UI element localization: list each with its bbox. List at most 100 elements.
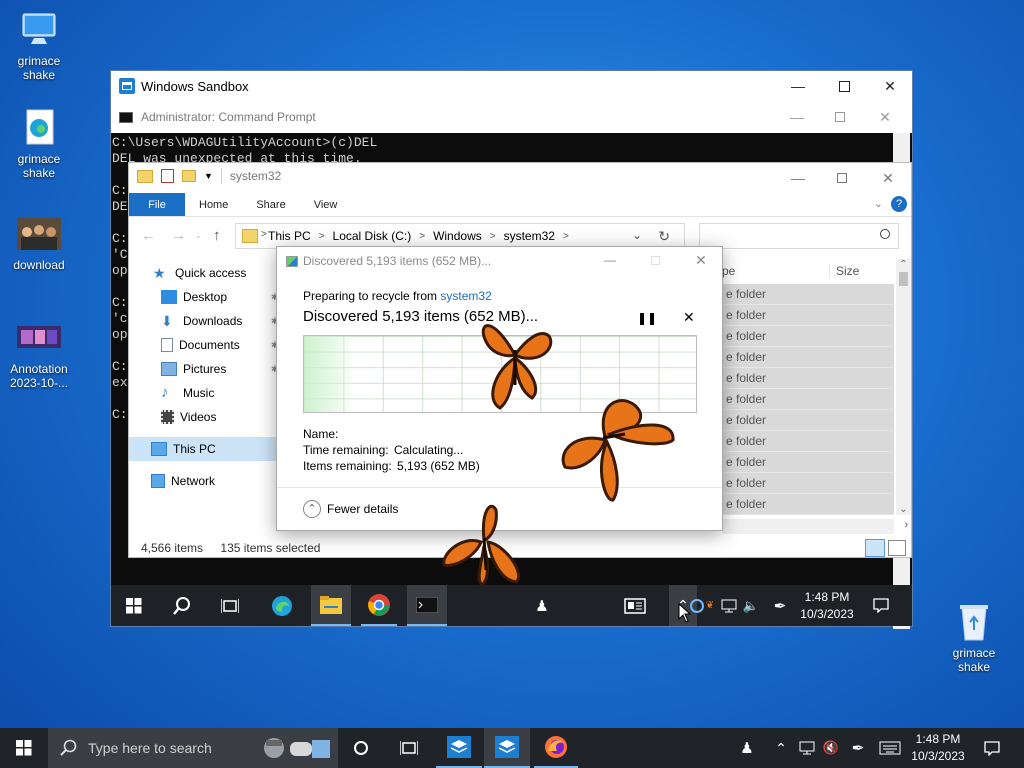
- refresh-icon[interactable]: ↻: [658, 228, 670, 245]
- address-dropdown-icon[interactable]: ⌄: [632, 228, 642, 242]
- table-row[interactable]: e folder: [722, 284, 894, 305]
- sandbox-minimize-button[interactable]: —: [775, 71, 821, 101]
- explorer-maximize-button[interactable]: [819, 163, 865, 193]
- sandbox-active-taskbar-icon[interactable]: [484, 728, 530, 768]
- network-tray-icon[interactable]: [719, 585, 739, 626]
- sandbox-close-button[interactable]: ✕: [867, 71, 913, 101]
- sandbox-maximize-button[interactable]: [821, 71, 867, 101]
- desktop-icon-grimace-shake-2[interactable]: grimace shake: [3, 108, 75, 180]
- explorer-minimize-button[interactable]: —: [775, 163, 821, 193]
- scroll-down-icon[interactable]: ⌄: [896, 504, 911, 515]
- pen-icon[interactable]: ✒: [769, 585, 791, 626]
- breadcrumb-local-disk[interactable]: Local Disk (C:): [333, 229, 412, 243]
- taskbar-search-input[interactable]: Type here to search: [48, 728, 338, 768]
- breadcrumb-system32[interactable]: system32: [504, 229, 555, 243]
- volume-icon[interactable]: 🔈: [741, 585, 761, 626]
- help-icon[interactable]: ?: [891, 196, 907, 212]
- details-view-button[interactable]: [865, 539, 885, 557]
- keyboard-icon[interactable]: [876, 728, 904, 768]
- task-view-icon[interactable]: [394, 728, 424, 768]
- properties-icon[interactable]: [161, 169, 174, 183]
- cortana-icon[interactable]: [346, 728, 376, 768]
- nav-quick-access[interactable]: ★ Quick access: [129, 261, 279, 285]
- nav-this-pc[interactable]: This PC: [129, 437, 279, 461]
- host-clock[interactable]: 1:48 PM 10/3/2023: [906, 728, 970, 768]
- tab-share[interactable]: Share: [242, 193, 299, 216]
- large-icons-view-button[interactable]: [888, 540, 906, 556]
- cmd-minimize-button[interactable]: —: [774, 102, 820, 132]
- table-row[interactable]: e folder: [722, 431, 894, 452]
- notifications-icon[interactable]: [978, 728, 1006, 768]
- new-folder-icon[interactable]: [182, 170, 196, 182]
- firefox-icon[interactable]: [534, 728, 578, 768]
- fewer-details-button[interactable]: ⌃ Fewer details: [303, 500, 398, 518]
- breadcrumb-windows[interactable]: Windows: [433, 229, 482, 243]
- breadcrumb-this-pc[interactable]: This PC: [268, 229, 311, 243]
- tab-home[interactable]: Home: [185, 193, 242, 216]
- dialog-close-button[interactable]: ✕: [678, 245, 724, 275]
- task-view-icon[interactable]: [215, 585, 245, 626]
- explorer-close-button[interactable]: ✕: [865, 163, 911, 193]
- pause-button[interactable]: ❚❚: [637, 311, 657, 325]
- table-row[interactable]: e folder: [722, 326, 894, 347]
- column-header-size[interactable]: Size: [829, 264, 859, 278]
- tab-file[interactable]: File: [129, 193, 185, 216]
- file-list-scrollbar[interactable]: ⌃ ⌄: [896, 259, 911, 515]
- breadcrumb-separator[interactable]: >: [319, 231, 325, 242]
- table-row[interactable]: e folder: [722, 305, 894, 326]
- cmd-maximize-button[interactable]: [817, 102, 863, 132]
- table-row[interactable]: e folder: [722, 410, 894, 431]
- file-explorer-taskbar-icon[interactable]: [311, 585, 351, 626]
- start-button[interactable]: [119, 585, 149, 626]
- table-row[interactable]: e folder: [722, 473, 894, 494]
- table-row[interactable]: e folder: [722, 347, 894, 368]
- cancel-button[interactable]: ✕: [683, 309, 695, 326]
- sandbox-clock[interactable]: 1:48 PM 10/3/2023: [795, 585, 859, 626]
- file-list-hscrollbar[interactable]: ›: [722, 519, 908, 534]
- up-button[interactable]: ↑: [213, 227, 221, 244]
- nav-pictures[interactable]: Pictures ✱: [129, 357, 279, 381]
- desktop-icon-recycle-bin[interactable]: grimace shake: [938, 602, 1010, 674]
- forward-button[interactable]: →: [171, 227, 186, 244]
- breadcrumb-chevron-icon[interactable]: >: [261, 229, 267, 240]
- nav-documents[interactable]: Documents ✱: [129, 333, 279, 357]
- cmd-taskbar-icon[interactable]: [407, 585, 447, 626]
- start-button[interactable]: [8, 728, 40, 768]
- breadcrumb-separator[interactable]: >: [563, 231, 569, 242]
- search-input[interactable]: [699, 223, 899, 249]
- scroll-thumb[interactable]: [899, 272, 908, 286]
- table-row[interactable]: e folder: [722, 494, 894, 515]
- scroll-up-icon[interactable]: ⌃: [896, 259, 911, 270]
- table-row[interactable]: e folder: [722, 389, 894, 410]
- nav-desktop[interactable]: Desktop ✱: [129, 285, 279, 309]
- news-icon[interactable]: [619, 585, 651, 626]
- table-row[interactable]: e folder: [722, 368, 894, 389]
- recent-locations-icon[interactable]: ⌄: [195, 231, 202, 240]
- edge-icon[interactable]: [265, 585, 299, 626]
- ribbon-expand-icon[interactable]: ⌄: [874, 197, 883, 210]
- desktop-icon-download[interactable]: download: [3, 214, 75, 272]
- chrome-icon[interactable]: [361, 585, 397, 626]
- cmd-close-button[interactable]: ✕: [862, 102, 908, 132]
- desktop-icon-annotation[interactable]: Annotation 2023-10-...: [3, 318, 75, 390]
- table-row[interactable]: e folder: [722, 452, 894, 473]
- pen-icon[interactable]: ✒: [846, 728, 870, 768]
- nav-music[interactable]: ♪ Music: [129, 381, 279, 405]
- sandbox-taskbar-icon[interactable]: [436, 728, 482, 768]
- nav-videos[interactable]: Videos: [129, 405, 279, 429]
- people-icon[interactable]: ♟: [734, 728, 760, 768]
- breadcrumb-separator[interactable]: >: [490, 231, 496, 242]
- column-header-type[interactable]: pe: [722, 264, 735, 278]
- dialog-minimize-button[interactable]: —: [587, 245, 633, 275]
- show-hidden-icons-icon[interactable]: ⌃: [772, 728, 790, 768]
- nav-network[interactable]: Network: [129, 469, 279, 493]
- scroll-right-icon[interactable]: ›: [904, 519, 908, 531]
- network-tray-icon[interactable]: [796, 728, 818, 768]
- notifications-icon[interactable]: [867, 585, 895, 626]
- nav-downloads[interactable]: ⬇ Downloads ✱: [129, 309, 279, 333]
- file-list[interactable]: e folder e folder e folder e folder e folder…: [722, 284, 894, 515]
- breadcrumb-separator[interactable]: >: [419, 231, 425, 242]
- back-button[interactable]: ←: [141, 227, 156, 244]
- customize-toolbar-icon[interactable]: ▼: [204, 171, 213, 181]
- volume-muted-icon[interactable]: 🔇: [820, 728, 842, 768]
